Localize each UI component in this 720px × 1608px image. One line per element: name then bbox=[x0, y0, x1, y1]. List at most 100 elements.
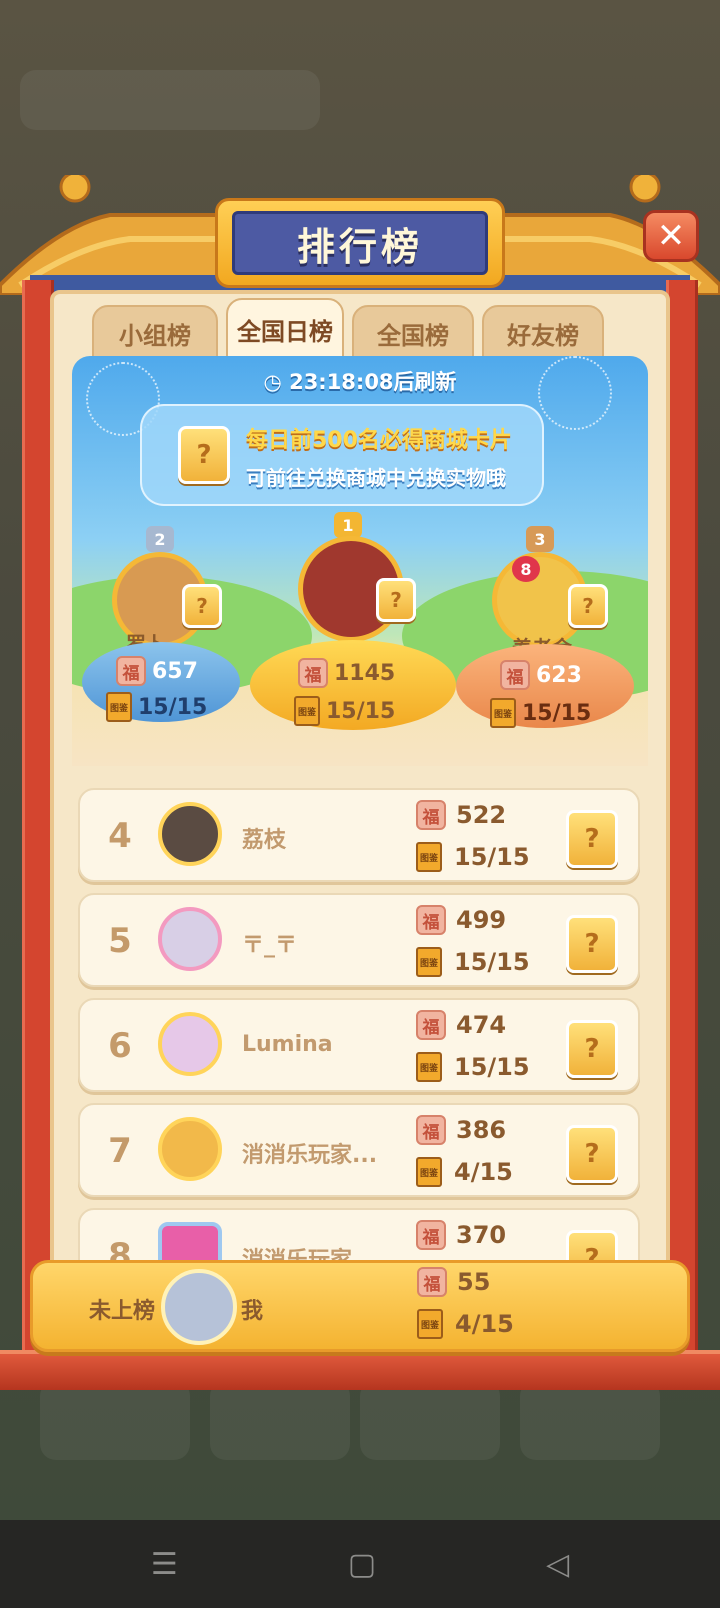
tab-national[interactable]: 全国榜 bbox=[352, 305, 474, 361]
menu-icon[interactable]: ☰ bbox=[151, 1547, 178, 1582]
back-triangle-icon[interactable]: ◁ bbox=[546, 1547, 569, 1582]
podium-3-score: 623 bbox=[536, 662, 582, 688]
rank-number: 6 bbox=[108, 1026, 132, 1066]
collection-book-icon: 图鉴 bbox=[416, 842, 442, 872]
my-progress-row: 图鉴 4/15 bbox=[417, 1309, 514, 1339]
refresh-suffix: 后刷新 bbox=[393, 370, 457, 394]
rank-number: 7 bbox=[108, 1131, 132, 1171]
player-name: 消消乐玩家... bbox=[242, 1143, 378, 1168]
tab-friends[interactable]: 好友榜 bbox=[482, 305, 604, 361]
fu-token-icon: 福 bbox=[116, 656, 146, 686]
collection-book-icon: 图鉴 bbox=[417, 1309, 443, 1339]
title-plate: 排行榜 bbox=[215, 198, 505, 288]
my-name: 我 bbox=[241, 1299, 264, 1324]
podium-2-score-row: 福 657 bbox=[116, 656, 198, 686]
progress: 15/15 bbox=[454, 948, 530, 976]
mystery-card-icon[interactable]: ? bbox=[566, 810, 618, 868]
my-progress: 4/15 bbox=[455, 1310, 514, 1338]
close-button[interactable]: ✕ bbox=[643, 210, 699, 262]
progress-row: 图鉴 4/15 bbox=[416, 1157, 513, 1187]
progress: 15/15 bbox=[454, 843, 530, 871]
banner-line-1: 每日前500名必得商城卡片 bbox=[246, 428, 512, 453]
my-avatar[interactable] bbox=[161, 1269, 237, 1345]
list-item[interactable]: 5 〒_〒 福 499 图鉴 15/15 ? bbox=[78, 893, 640, 987]
tab-group[interactable]: 小组榜 bbox=[92, 305, 218, 361]
collection-book-icon: 图鉴 bbox=[106, 692, 132, 722]
mystery-card-icon[interactable]: ? bbox=[566, 1125, 618, 1183]
fu-token-icon: 福 bbox=[416, 1115, 446, 1145]
collection-book-icon: 图鉴 bbox=[490, 698, 516, 728]
podium-1-card-icon: ? bbox=[376, 578, 416, 622]
avatar[interactable] bbox=[158, 1117, 222, 1181]
my-score-row: 福 55 bbox=[417, 1267, 490, 1297]
podium-1-score: 1145 bbox=[334, 660, 396, 686]
podium-3-card-icon: ? bbox=[568, 584, 608, 628]
mystery-card-icon[interactable]: ? bbox=[566, 915, 618, 973]
progress: 15/15 bbox=[454, 1053, 530, 1081]
score: 499 bbox=[456, 906, 507, 934]
banner-line-2: 可前往兑换商城中兑换实物哦 bbox=[246, 466, 506, 490]
avatar[interactable] bbox=[158, 1012, 222, 1076]
right-pillar bbox=[666, 280, 698, 1370]
podium-2-card-icon: ? bbox=[182, 584, 222, 628]
fu-token-icon: 福 bbox=[416, 1010, 446, 1040]
podium-2-progress-row: 图鉴 15/15 bbox=[106, 692, 207, 722]
score-row: 福 386 bbox=[416, 1115, 506, 1145]
tab-national-daily[interactable]: 全国日榜 bbox=[226, 298, 344, 360]
fu-token-icon: 福 bbox=[416, 800, 446, 830]
score: 522 bbox=[456, 801, 507, 829]
list-item[interactable]: 4 荔枝 福 522 图鉴 15/15 ? bbox=[78, 788, 640, 882]
progress-row: 图鉴 15/15 bbox=[416, 1052, 530, 1082]
mystery-card-icon: ? bbox=[178, 426, 230, 484]
podium-1-progress: 15/15 bbox=[326, 698, 396, 724]
fu-token-icon: 福 bbox=[416, 1220, 446, 1250]
list-item[interactable]: 7 消消乐玩家... 福 386 图鉴 4/15 ? bbox=[78, 1103, 640, 1197]
collection-book-icon: 图鉴 bbox=[294, 696, 320, 726]
home-square-icon[interactable]: ▢ bbox=[348, 1547, 376, 1582]
podium-area: ◷ 23:18:08后刷新 ? 每日前500名必得商城卡片 可前往兑换商城中兑换… bbox=[72, 356, 648, 766]
progress-row: 图鉴 15/15 bbox=[416, 947, 530, 977]
podium-1-progress-row: 图鉴 15/15 bbox=[294, 696, 395, 726]
fu-token-icon: 福 bbox=[298, 658, 328, 688]
level-badge: 8 bbox=[512, 556, 540, 582]
collection-book-icon: 图鉴 bbox=[416, 1157, 442, 1187]
page-title: 排行榜 bbox=[296, 224, 423, 269]
fu-token-icon: 福 bbox=[417, 1267, 447, 1297]
fu-token-icon: 福 bbox=[416, 905, 446, 935]
system-nav-bar: ☰ ▢ ◁ bbox=[0, 1520, 720, 1608]
podium-3-score-row: 福 623 bbox=[500, 660, 582, 690]
score: 370 bbox=[456, 1221, 507, 1249]
reward-banner: ? 每日前500名必得商城卡片 可前往兑换商城中兑换实物哦 bbox=[140, 404, 544, 506]
rank-number: 5 bbox=[108, 921, 132, 961]
podium-3-progress-row: 图鉴 15/15 bbox=[490, 698, 591, 728]
my-rank-bar[interactable]: 未上榜 我 福 55 图鉴 4/15 bbox=[30, 1260, 690, 1352]
my-score: 55 bbox=[457, 1268, 491, 1296]
fu-token-icon: 福 bbox=[500, 660, 530, 690]
list-item[interactable]: 6 Lumina 福 474 图鉴 15/15 ? bbox=[78, 998, 640, 1092]
progress: 4/15 bbox=[454, 1158, 513, 1186]
player-name: 荔枝 bbox=[242, 828, 287, 853]
refresh-timer: ◷ 23:18:08后刷新 bbox=[72, 366, 648, 396]
score-row: 福 370 bbox=[416, 1220, 506, 1250]
score: 386 bbox=[456, 1116, 507, 1144]
score-row: 福 499 bbox=[416, 905, 506, 935]
clock-icon: ◷ bbox=[263, 370, 282, 394]
refresh-time: 23:18:08 bbox=[289, 370, 394, 394]
close-icon: ✕ bbox=[656, 216, 686, 256]
podium-2-score: 657 bbox=[152, 658, 198, 684]
player-name: 〒_〒 bbox=[242, 933, 298, 958]
my-rank-status: 未上榜 bbox=[89, 1299, 156, 1324]
mystery-card-icon[interactable]: ? bbox=[566, 1020, 618, 1078]
score: 474 bbox=[456, 1011, 507, 1039]
podium-2-progress: 15/15 bbox=[138, 694, 208, 720]
podium-3-progress: 15/15 bbox=[522, 700, 592, 726]
avatar[interactable] bbox=[158, 802, 222, 866]
frame-base bbox=[0, 1350, 720, 1390]
collection-book-icon: 图鉴 bbox=[416, 1052, 442, 1082]
collection-book-icon: 图鉴 bbox=[416, 947, 442, 977]
rank-3-crown-icon: 3 bbox=[526, 526, 554, 552]
player-name: Lumina bbox=[242, 1032, 333, 1057]
avatar[interactable] bbox=[158, 907, 222, 971]
progress-row: 图鉴 15/15 bbox=[416, 842, 530, 872]
score-row: 福 474 bbox=[416, 1010, 506, 1040]
